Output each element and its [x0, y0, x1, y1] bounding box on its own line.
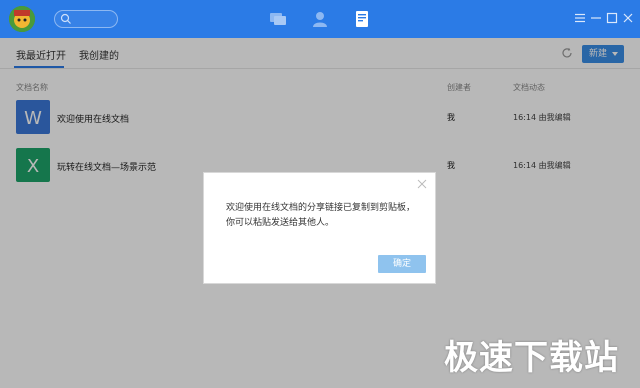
dialog-message: 欢迎使用在线文档的分享链接已复制到剪贴板，你可以粘贴发送给其他人。 [226, 203, 416, 228]
close-icon[interactable] [417, 179, 427, 189]
menu-icon[interactable] [573, 11, 587, 25]
close-icon[interactable] [621, 11, 635, 25]
share-link-dialog: 欢迎使用在线文档的分享链接已复制到剪贴板，你可以粘贴发送给其他人。 确定 [203, 172, 436, 284]
ok-button[interactable]: 确定 [378, 255, 426, 273]
documents-icon[interactable] [353, 10, 371, 28]
maximize-icon[interactable] [605, 11, 619, 25]
search-icon [60, 13, 71, 24]
search-box[interactable] [54, 10, 118, 28]
avatar[interactable] [9, 6, 35, 32]
chat-icon[interactable] [269, 10, 287, 28]
watermark: 极速下载站 [444, 338, 619, 378]
contacts-icon[interactable] [311, 10, 329, 28]
minimize-icon[interactable] [589, 11, 603, 25]
title-bar [0, 0, 640, 38]
